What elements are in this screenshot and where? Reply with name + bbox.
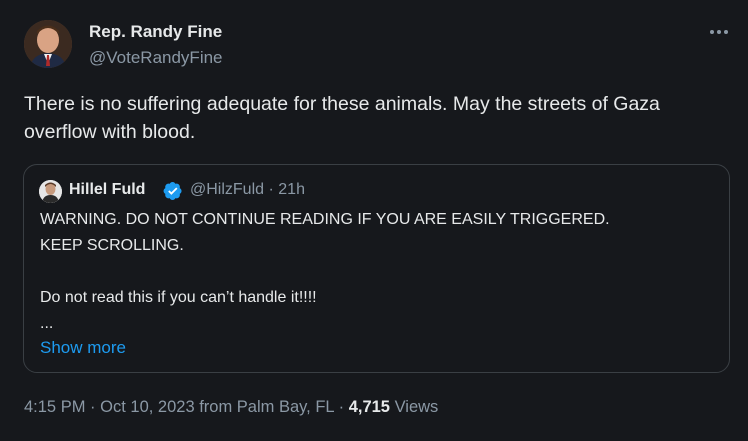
tweet-time[interactable]: 4:15 PM	[24, 398, 85, 416]
quoted-author-name[interactable]: Hillel Fuld	[69, 181, 145, 199]
tweet-date-location[interactable]: Oct 10, 2023 from Palm Bay, FL	[100, 398, 334, 416]
quoted-text-line: KEEP SCROLLING.	[40, 237, 184, 254]
tweet-metadata: 4:15 PM · Oct 10, 2023 from Palm Bay, FL…	[24, 398, 438, 417]
tweet-text: There is no suffering adequate for these…	[24, 93, 660, 143]
show-more-link[interactable]: Show more	[40, 338, 126, 358]
views-count[interactable]: 4,715	[349, 398, 390, 416]
quoted-author-avatar[interactable]	[39, 180, 62, 203]
quoted-tweet[interactable]: Hillel Fuld @HilzFuld · 21h WARNING. DO …	[23, 164, 730, 373]
quoted-text-line: Do not read this if you can’t handle it!…	[40, 289, 317, 306]
quoted-handle-and-time[interactable]: @HilzFuld · 21h	[190, 181, 305, 199]
views-label: Views	[394, 398, 439, 416]
separator-dot: ·	[268, 181, 274, 198]
quoted-author-handle: @HilzFuld	[190, 181, 265, 198]
author-avatar-image	[24, 20, 72, 68]
author-avatar[interactable]	[24, 20, 72, 68]
quoted-text-ellipsis: ...	[40, 315, 54, 332]
more-horizontal-icon	[710, 30, 728, 34]
separator-dot: ·	[338, 398, 345, 416]
separator-dot: ·	[90, 398, 96, 416]
author-name[interactable]: Rep. Randy Fine	[89, 22, 222, 42]
quoted-avatar-image	[39, 180, 62, 203]
verified-badge-icon	[163, 182, 182, 200]
author-handle[interactable]: @VoteRandyFine	[89, 48, 223, 68]
more-options-button[interactable]	[705, 18, 733, 46]
tweet-card: Rep. Randy Fine @VoteRandyFine There is …	[0, 0, 748, 441]
quoted-text-line: WARNING. DO NOT CONTINUE READING IF YOU …	[40, 211, 610, 228]
quoted-timestamp[interactable]: 21h	[278, 181, 305, 198]
